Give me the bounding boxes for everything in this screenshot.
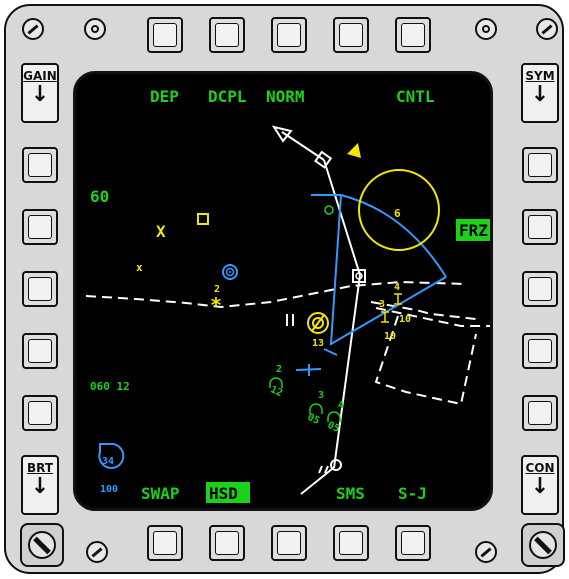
ownship-icon [300,468,333,495]
marker-x-small: x [136,261,143,274]
osb-bottom-3[interactable] [271,525,307,561]
nav-box [374,315,477,406]
bullseye-target-icon [229,271,231,273]
marker-square-icon [197,213,209,225]
brt-label: BRT [26,461,54,475]
osb-top-4[interactable] [333,17,369,53]
track-label: 3 [318,390,324,401]
sam-marker [323,348,338,356]
osb-top-3[interactable] [271,17,307,53]
osb-right-5[interactable] [522,395,558,431]
route-line [333,274,361,469]
osb-right-4[interactable] [522,333,558,369]
track-label: 10 [384,331,396,342]
osb-left-3[interactable] [22,271,58,307]
hsd-display: 6 13 X x 2 * 4 3 10 10 2 12 3 05 4 05 34… [85,87,490,503]
track-label: 2 [276,364,282,375]
gain-label: GAIN [23,69,57,83]
bottom-center-left-screw [86,541,108,563]
osb-right-2[interactable] [522,209,558,245]
arrow-down-icon: ↓ [530,474,550,499]
track-label: 10 [399,314,411,325]
osb-top-1[interactable] [147,17,183,53]
osb-left-4[interactable] [22,333,58,369]
track-label: 4 [338,400,344,411]
osb-left-2[interactable] [22,209,58,245]
nav-box [375,307,490,327]
cntl-label[interactable]: CNTL [396,87,435,106]
threat-ring-label: 6 [394,207,401,220]
top-left-knob[interactable] [84,18,106,40]
route-line [323,159,361,276]
sam-label: 13 [312,338,324,349]
arrow-down-icon: ↓ [30,82,50,107]
osb-top-5[interactable] [395,17,431,53]
ownship-icon [318,465,323,474]
osb-top-2[interactable] [209,17,245,53]
dcpl-label[interactable]: DCPL [208,87,247,106]
osb-right-3[interactable] [522,271,558,307]
arrow-down-icon: ↓ [30,474,50,499]
osb-right-1[interactable] [522,147,558,183]
frz-label[interactable]: FRZ [459,221,488,240]
con-rocker[interactable]: CON ↓ [521,455,559,515]
bearing-triangle-icon [347,143,361,158]
dep-label[interactable]: DEP [150,87,179,106]
bottom-right-screw [521,523,565,567]
top-right-screw [536,18,558,40]
con-label: CON [525,461,555,475]
sym-label: SYM [525,69,555,83]
osb-bottom-4[interactable] [333,525,369,561]
brt-rocker[interactable]: BRT ↓ [21,455,59,515]
osb-bottom-5[interactable] [395,525,431,561]
sam-site-icon [324,205,334,215]
range-label[interactable]: 60 [90,187,109,206]
swap-label[interactable]: SWAP [141,484,180,503]
bottom-center-right-screw [475,541,497,563]
osb-left-1[interactable] [22,147,58,183]
awacs-value: 100 [100,484,118,495]
bullseye-readout: 060 12 [90,380,130,393]
sms-label[interactable]: SMS [336,484,365,503]
arrow-down-icon: ↓ [530,82,550,107]
top-right-knob[interactable] [475,18,497,40]
track-label: 3 [379,299,385,310]
track-label: 05 [306,412,322,427]
bottom-left-screw [20,523,64,567]
waypoint-arrow-icon [271,125,293,143]
osb-bottom-1[interactable] [147,525,183,561]
marker-x: X [156,222,166,241]
route-line [281,131,325,161]
star-icon: * [210,293,222,317]
sam-boundary [311,194,447,346]
track-label: 4 [394,282,400,293]
sj-label[interactable]: S-J [398,484,427,503]
awacs-badge: 34 [102,456,114,467]
hsd-label[interactable]: HSD [209,484,238,503]
osb-bottom-2[interactable] [209,525,245,561]
gain-rocker[interactable]: GAIN ↓ [21,63,59,123]
norm-label[interactable]: NORM [266,87,305,106]
osb-left-5[interactable] [22,395,58,431]
flot-line [85,280,467,309]
ownship-icon [330,459,342,471]
mfd-display: 6 13 X x 2 * 4 3 10 10 2 12 3 05 4 05 34… [73,71,493,511]
top-left-screw [22,18,44,40]
sym-rocker[interactable]: SYM ↓ [521,63,559,123]
